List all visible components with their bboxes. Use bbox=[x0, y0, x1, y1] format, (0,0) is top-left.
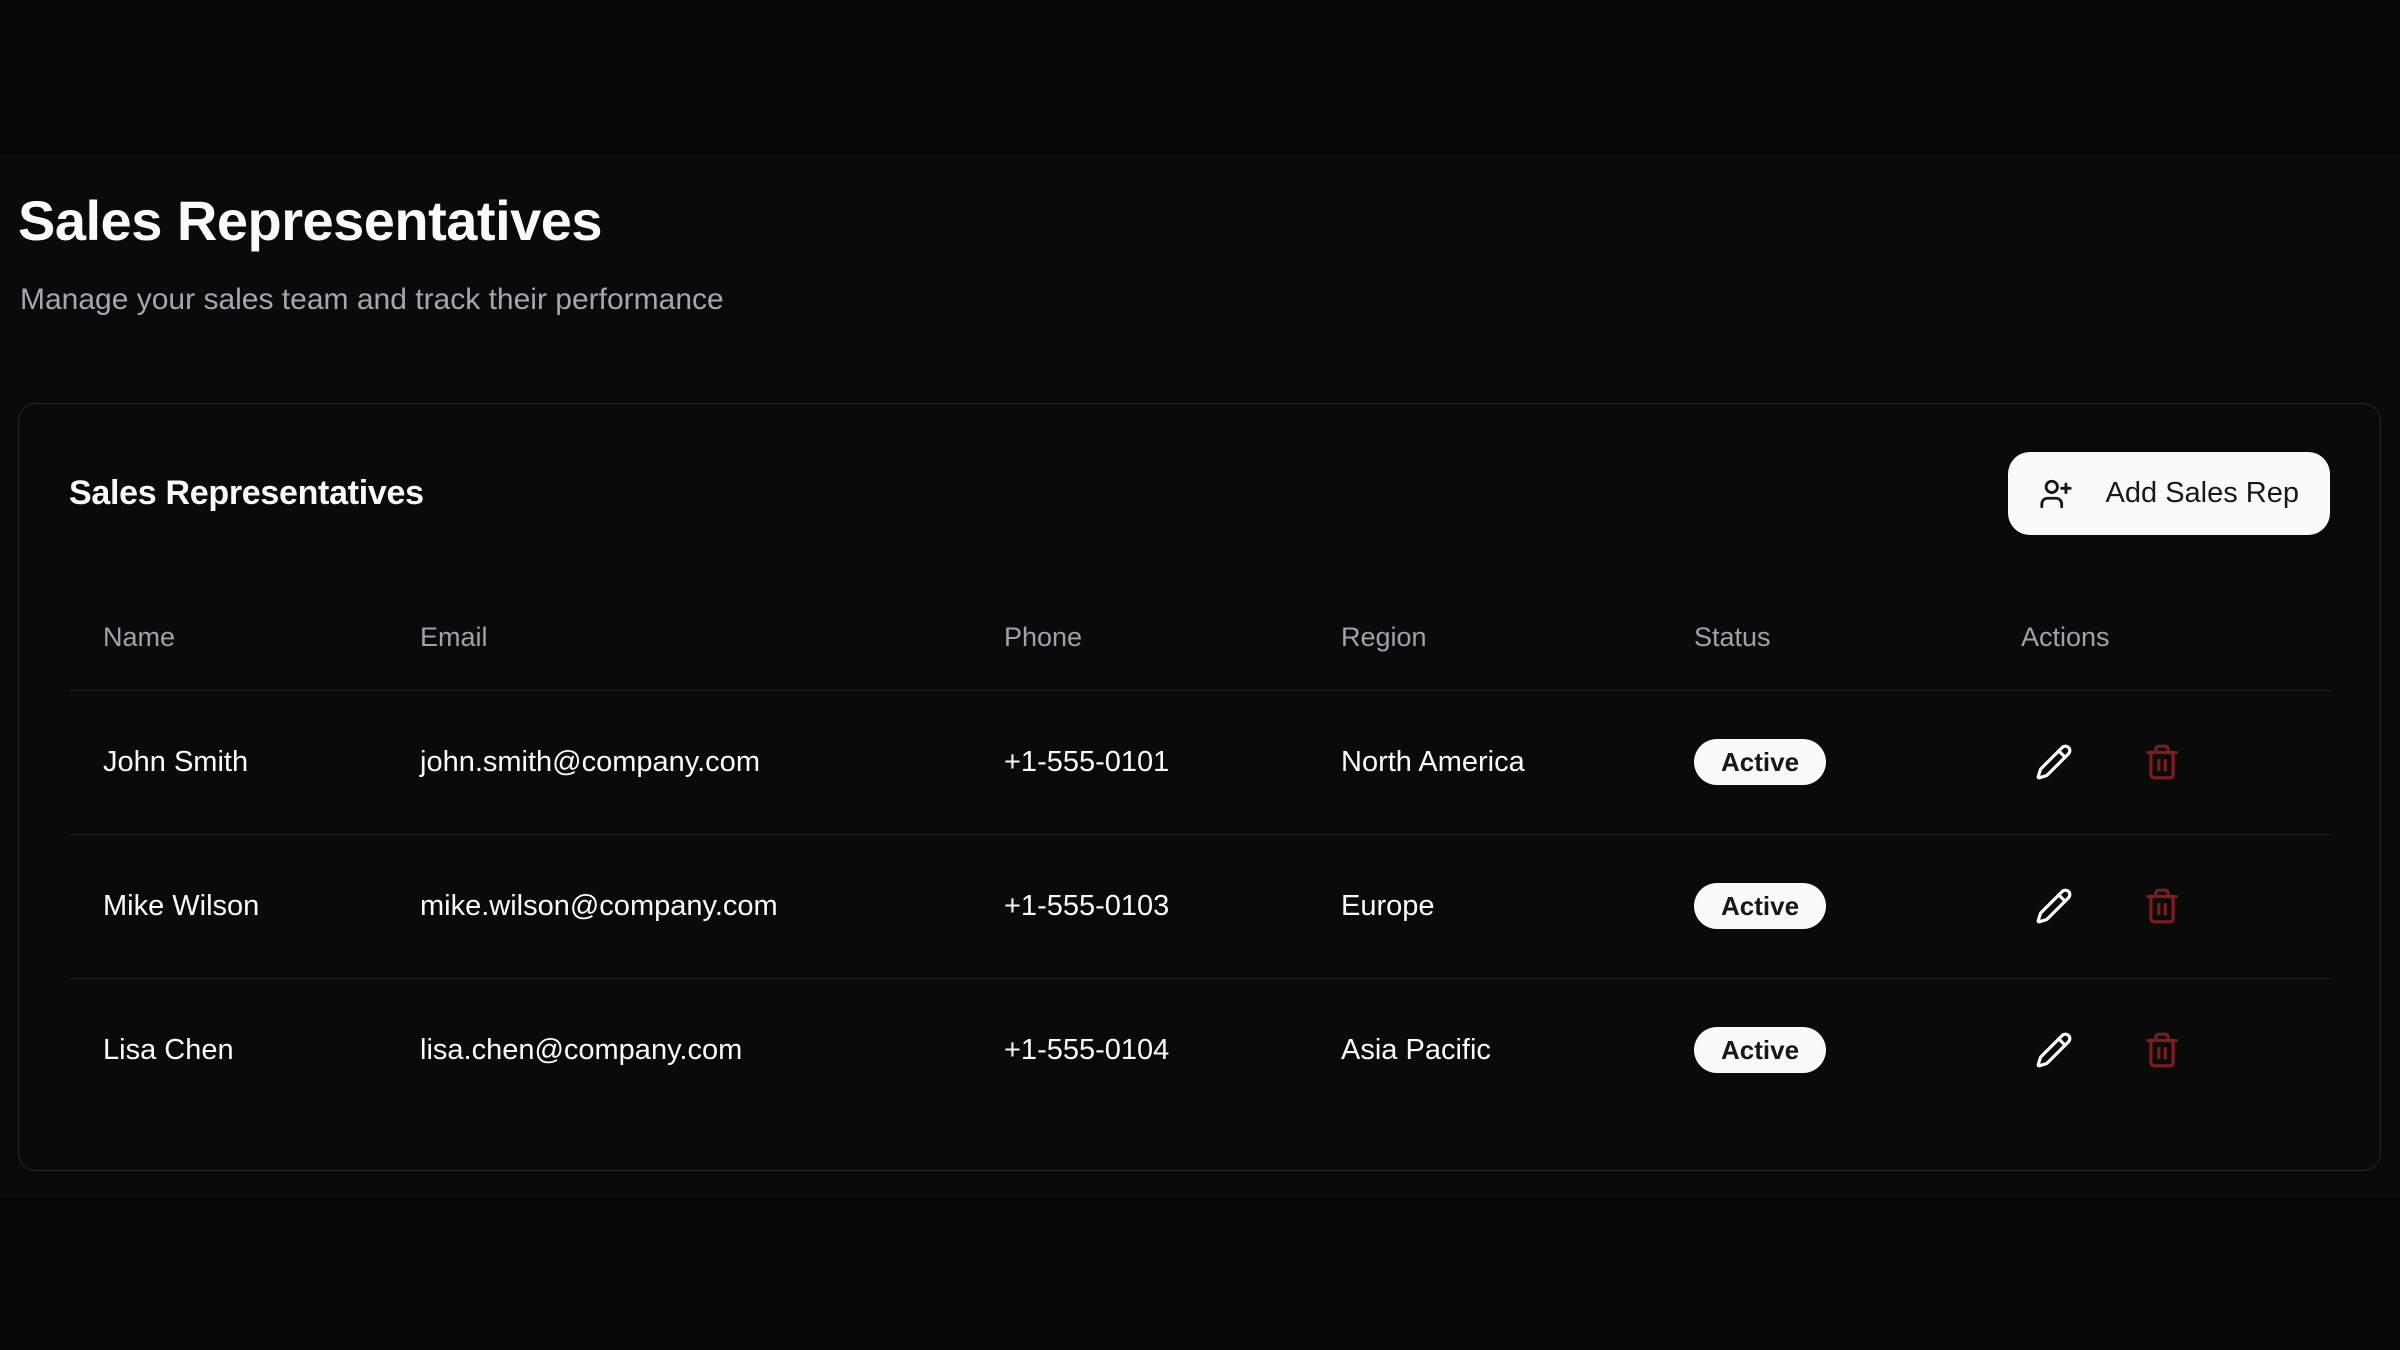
pencil-icon bbox=[2035, 887, 2073, 925]
table-row: John Smith john.smith@company.com +1-555… bbox=[69, 690, 2332, 834]
delete-button[interactable] bbox=[2135, 879, 2189, 933]
cell-region: North America bbox=[1307, 690, 1660, 834]
cell-actions bbox=[1987, 690, 2332, 834]
cell-status: Active bbox=[1660, 690, 1987, 834]
cell-status: Active bbox=[1660, 834, 1987, 978]
cell-phone: +1-555-0103 bbox=[970, 834, 1307, 978]
edit-button[interactable] bbox=[2027, 1023, 2081, 1077]
cell-email: john.smith@company.com bbox=[386, 690, 970, 834]
status-badge: Active bbox=[1694, 883, 1826, 929]
trash-icon bbox=[2143, 743, 2181, 781]
cell-name: Lisa Chen bbox=[69, 978, 386, 1122]
card-title: Sales Representatives bbox=[69, 474, 424, 513]
user-plus-icon bbox=[2039, 477, 2073, 511]
page: Sales Representatives Manage your sales … bbox=[0, 0, 2400, 1350]
trash-icon bbox=[2143, 887, 2181, 925]
cell-actions bbox=[1987, 978, 2332, 1122]
table-header-row: Name Email Phone Region Status Actions bbox=[69, 585, 2332, 690]
trash-icon bbox=[2143, 1031, 2181, 1069]
cell-name: Mike Wilson bbox=[69, 834, 386, 978]
column-header-email: Email bbox=[386, 585, 970, 690]
cell-email: lisa.chen@company.com bbox=[386, 978, 970, 1122]
column-header-name: Name bbox=[69, 585, 386, 690]
cell-email: mike.wilson@company.com bbox=[386, 834, 970, 978]
column-header-status: Status bbox=[1660, 585, 1987, 690]
page-title: Sales Representatives bbox=[18, 193, 602, 249]
pencil-icon bbox=[2035, 1031, 2073, 1069]
add-sales-rep-label: Add Sales Rep bbox=[2106, 477, 2299, 510]
status-badge: Active bbox=[1694, 739, 1826, 785]
cell-phone: +1-555-0101 bbox=[970, 690, 1307, 834]
column-header-phone: Phone bbox=[970, 585, 1307, 690]
card-header: Sales Representatives Add Sales Rep bbox=[19, 404, 2380, 535]
delete-button[interactable] bbox=[2135, 1023, 2189, 1077]
edit-button[interactable] bbox=[2027, 735, 2081, 789]
sales-reps-card: Sales Representatives Add Sales Rep bbox=[18, 403, 2381, 1171]
cell-region: Asia Pacific bbox=[1307, 978, 1660, 1122]
edit-button[interactable] bbox=[2027, 879, 2081, 933]
column-header-region: Region bbox=[1307, 585, 1660, 690]
column-header-actions: Actions bbox=[1987, 585, 2332, 690]
sales-reps-table: Name Email Phone Region Status Actions J… bbox=[69, 585, 2332, 1122]
cell-name: John Smith bbox=[69, 690, 386, 834]
pencil-icon bbox=[2035, 743, 2073, 781]
cell-phone: +1-555-0104 bbox=[970, 978, 1307, 1122]
table-row: Lisa Chen lisa.chen@company.com +1-555-0… bbox=[69, 978, 2332, 1122]
delete-button[interactable] bbox=[2135, 735, 2189, 789]
table-row: Mike Wilson mike.wilson@company.com +1-5… bbox=[69, 834, 2332, 978]
add-sales-rep-button[interactable]: Add Sales Rep bbox=[2008, 452, 2330, 535]
status-badge: Active bbox=[1694, 1027, 1826, 1073]
cell-region: Europe bbox=[1307, 834, 1660, 978]
cell-actions bbox=[1987, 834, 2332, 978]
page-subtitle: Manage your sales team and track their p… bbox=[20, 283, 724, 316]
cell-status: Active bbox=[1660, 978, 1987, 1122]
